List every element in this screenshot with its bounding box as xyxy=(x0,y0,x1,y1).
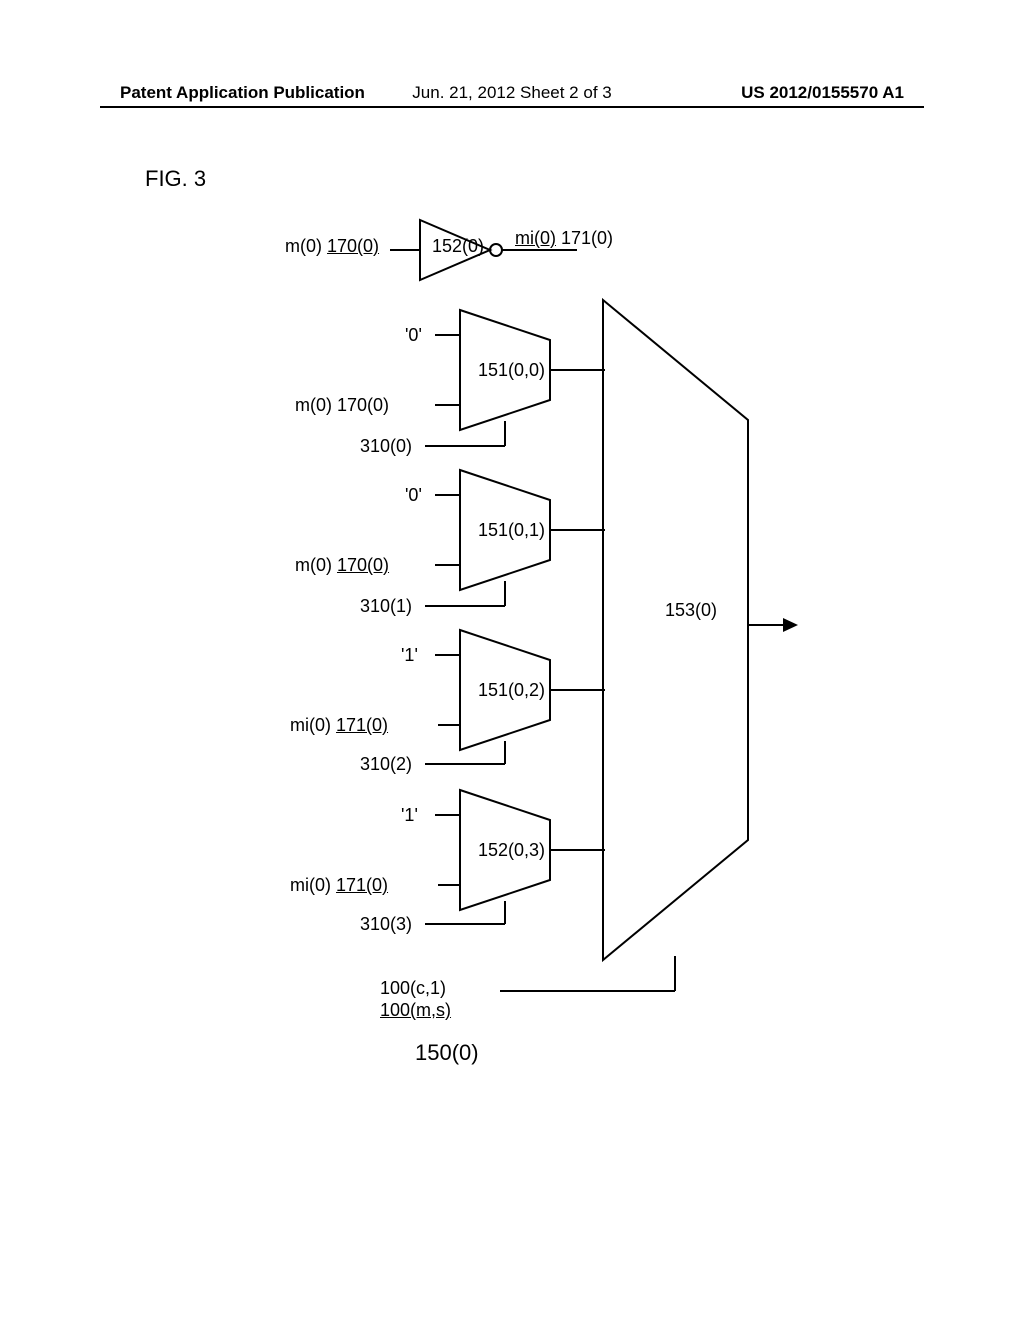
mux-1-bottom-input-line xyxy=(435,565,460,567)
inverter-input-label: m(0) 170(0) xyxy=(285,236,379,257)
header-divider xyxy=(100,106,924,108)
header-patent-number: US 2012/0155570 A1 xyxy=(741,83,904,103)
header-date-sheet: Jun. 21, 2012 Sheet 2 of 3 xyxy=(412,83,611,103)
mux-3-select-line xyxy=(425,901,505,931)
mux-0-block-label: 151(0,0) xyxy=(478,360,545,381)
mux-2-top-input: '1' xyxy=(401,645,418,666)
bottom-ref-1: 100(c,1) xyxy=(380,978,446,999)
output-arrow xyxy=(748,615,798,635)
inverter-block-label: 152(0) xyxy=(432,236,484,257)
mux-2-bottom-input-line xyxy=(438,725,460,727)
mux-1-select-line xyxy=(425,581,505,611)
mux-2-select-label: 310(2) xyxy=(360,754,412,775)
mux-1-output-line xyxy=(550,530,605,532)
mux-1-block-label: 151(0,1) xyxy=(478,520,545,541)
inverter-input-line xyxy=(390,250,420,252)
mux-3-bottom-input: mi(0) 171(0) xyxy=(290,875,388,896)
mux-0-bottom-input-line xyxy=(435,405,460,407)
header-publication: Patent Application Publication xyxy=(120,83,365,103)
mux-0-select-line xyxy=(425,421,505,451)
mux-3-select-label: 310(3) xyxy=(360,914,412,935)
mux-3-bottom-input-line xyxy=(438,885,460,887)
circuit-diagram: 152(0) m(0) 170(0) mi(0) 171(0) 151(0,0)… xyxy=(290,220,890,1100)
mux-0-top-input-line xyxy=(435,335,460,337)
big-combiner-symbol xyxy=(603,300,748,960)
mux-0-select-label: 310(0) xyxy=(360,436,412,457)
big-combiner-label: 153(0) xyxy=(665,600,717,621)
mux-1-top-input: '0' xyxy=(405,485,422,506)
inverter-output-line xyxy=(502,250,577,252)
figure-label: FIG. 3 xyxy=(145,166,206,192)
bottom-ref-2: 100(m,s) xyxy=(380,1000,451,1021)
mux-0-output-line xyxy=(550,370,605,372)
big-combiner-select-line xyxy=(500,956,675,996)
mux-2-select-line xyxy=(425,741,505,771)
mux-2-top-input-line xyxy=(435,655,460,657)
mux-3-block-label: 152(0,3) xyxy=(478,840,545,861)
mux-1-select-label: 310(1) xyxy=(360,596,412,617)
inverter-output-label: mi(0) 171(0) xyxy=(515,228,613,249)
mux-3-top-input-line xyxy=(435,815,460,817)
mux-0-bottom-input: m(0) 170(0) xyxy=(295,395,389,416)
mux-2-block-label: 151(0,2) xyxy=(478,680,545,701)
mux-3-top-input: '1' xyxy=(401,805,418,826)
mux-2-output-line xyxy=(550,690,605,692)
mux-0-top-input: '0' xyxy=(405,325,422,346)
mux-2-bottom-input: mi(0) 171(0) xyxy=(290,715,388,736)
mux-3-output-line xyxy=(550,850,605,852)
mux-1-top-input-line xyxy=(435,495,460,497)
mux-1-bottom-input: m(0) 170(0) xyxy=(295,555,389,576)
main-block-label: 150(0) xyxy=(415,1040,479,1066)
